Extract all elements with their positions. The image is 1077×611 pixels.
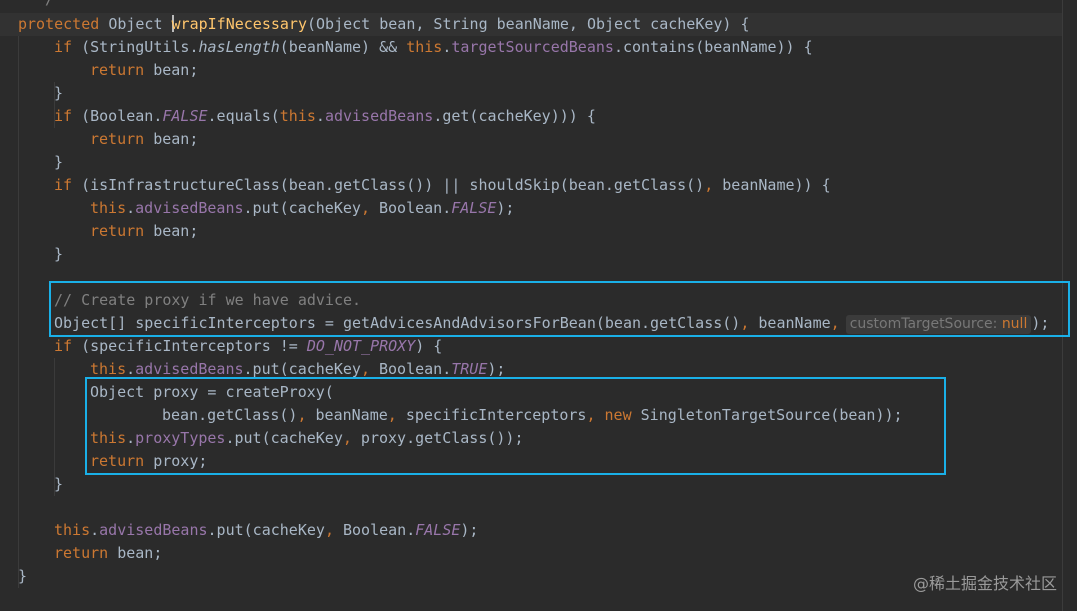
code-editor[interactable]: */ protected Object wrapIfNecessary(Obje… <box>0 0 1077 611</box>
indent-guide <box>18 36 19 588</box>
highlight-box-create-proxy-comment <box>49 281 1070 337</box>
code-line[interactable]: if (StringUtils.hasLength(beanName) && t… <box>54 36 813 59</box>
highlight-box-create-proxy-block <box>85 377 946 475</box>
code-line[interactable]: } <box>54 151 63 174</box>
code-line[interactable]: if (isInfrastructureClass(bean.getClass(… <box>54 174 831 197</box>
code-line[interactable]: } <box>54 473 63 496</box>
code-line[interactable]: if (specificInterceptors != DO_NOT_PROXY… <box>54 335 442 358</box>
code-line[interactable]: return bean; <box>90 59 198 82</box>
code-line-method-signature[interactable]: protected Object wrapIfNecessary(Object … <box>18 13 750 36</box>
code-line[interactable]: return bean; <box>54 542 162 565</box>
code-line[interactable]: this.advisedBeans.put(cacheKey, Boolean.… <box>54 519 478 542</box>
code-line[interactable]: } <box>18 565 27 588</box>
code-line[interactable]: if (Boolean.FALSE.equals(this.advisedBea… <box>54 105 596 128</box>
code-line-partial: */ <box>18 0 54 11</box>
watermark: @稀土掘金技术社区 <box>912 574 1057 593</box>
code-line[interactable]: return bean; <box>90 220 198 243</box>
code-line[interactable]: return bean; <box>90 128 198 151</box>
code-line[interactable]: } <box>54 82 63 105</box>
code-line[interactable]: } <box>54 243 63 266</box>
code-line[interactable]: this.advisedBeans.put(cacheKey, Boolean.… <box>90 197 514 220</box>
